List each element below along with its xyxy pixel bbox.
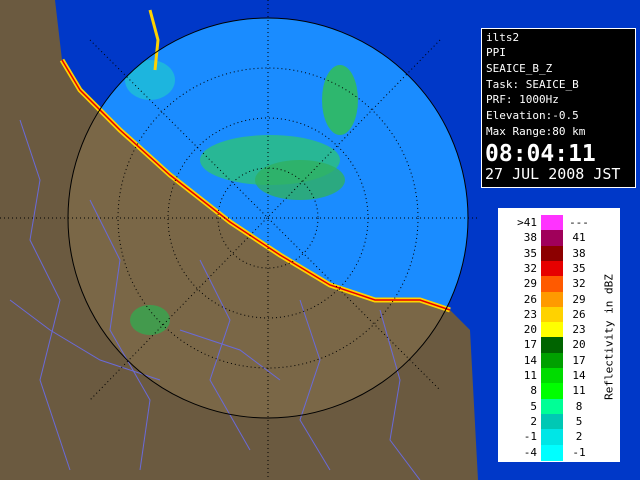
legend-high-value: 26 xyxy=(572,307,586,321)
legend-row: 35 38 xyxy=(505,245,595,262)
legend-swatch xyxy=(541,306,563,323)
site-name: ilts2 xyxy=(486,31,520,44)
legend-high-value: 35 xyxy=(572,261,586,275)
legend-swatch xyxy=(541,276,563,293)
legend-row: 8 11 xyxy=(505,383,595,400)
legend-low-value: 26 xyxy=(523,292,537,306)
legend-low-value: 38 xyxy=(523,231,537,245)
legend-row: 26 29 xyxy=(505,291,595,308)
legend-high-value: 29 xyxy=(572,292,586,306)
legend-low-value: 29 xyxy=(523,277,537,291)
legend-low-value: 8 xyxy=(530,384,537,398)
legend-low-value: 2 xyxy=(530,414,537,428)
legend-swatch xyxy=(541,444,563,461)
legend-high-value: 23 xyxy=(572,323,586,337)
legend-row: 11 14 xyxy=(505,368,595,384)
legend-low-value: 35 xyxy=(523,246,537,260)
echo-patch xyxy=(130,305,170,335)
legend-high-value: 17 xyxy=(572,353,586,367)
legend-low-value: >41 xyxy=(517,216,537,229)
legend-low-value: 23 xyxy=(523,307,537,321)
legend-row: 25 xyxy=(505,413,595,430)
legend-swatch xyxy=(541,368,563,384)
legend-swatch xyxy=(541,260,563,277)
legend-low-value: 17 xyxy=(523,338,537,352)
legend-row: 32 35 xyxy=(505,260,595,277)
legend-high-value: 8 xyxy=(575,399,583,413)
legend-swatch xyxy=(541,429,563,446)
legend-swatch xyxy=(541,398,563,415)
legend-row: 20 23 xyxy=(505,322,595,339)
legend-low-value: 32 xyxy=(523,261,537,275)
legend-high-value: 14 xyxy=(572,369,586,382)
legend-swatch xyxy=(541,413,563,430)
product-name: SEAICE_B_Z xyxy=(486,62,553,75)
scan-time: 08:04:11 xyxy=(485,141,596,167)
legend-low-value: 20 xyxy=(523,323,537,337)
legend-row: -1 2 xyxy=(505,429,595,446)
scan-date: 27 JUL 2008 JST xyxy=(485,165,621,183)
legend-row: 29 32 xyxy=(505,276,595,293)
legend-row: >41 --- xyxy=(505,215,595,231)
max-range-value: Max Range:80 km xyxy=(486,125,586,138)
legend-row: -4 -1 xyxy=(505,444,595,461)
color-legend: >41 --- 38 41 35 38 32 35 29 32 26 29 23 26 20 23 17 20 14… xyxy=(498,208,620,462)
legend-row: 58 xyxy=(505,398,595,415)
legend-low-value: 5 xyxy=(530,399,537,413)
info-panel: ilts2 PPI SEAICE_B_Z Task: SEAICE_B PRF:… xyxy=(481,28,636,188)
legend-low-value: 14 xyxy=(523,353,537,367)
elevation-value: Elevation:-0.5 xyxy=(486,109,579,122)
legend-high-value: -1 xyxy=(572,445,586,459)
legend-high-value: 5 xyxy=(575,414,583,428)
legend-swatch xyxy=(541,245,563,262)
task-name: Task: SEAICE_B xyxy=(486,78,579,91)
legend-swatch xyxy=(541,337,563,354)
legend-row: 23 26 xyxy=(505,306,595,323)
legend-row: 14 17 xyxy=(505,352,595,369)
legend-swatch xyxy=(541,322,563,339)
legend-swatch xyxy=(541,215,563,231)
legend-swatch xyxy=(541,352,563,369)
legend-high-value: --- xyxy=(569,216,589,229)
legend-high-value: 20 xyxy=(572,338,586,352)
product-type: PPI xyxy=(486,46,506,59)
legend-high-value: 38 xyxy=(572,246,586,260)
legend-row: 38 41 xyxy=(505,230,595,247)
legend-low-value: -1 xyxy=(523,430,537,444)
legend-low-value: -4 xyxy=(523,445,537,459)
echo-patch xyxy=(322,65,358,135)
legend-high-value: 32 xyxy=(572,277,586,291)
legend-high-value: 11 xyxy=(572,384,586,398)
legend-row: 17 20 xyxy=(505,337,595,354)
legend-high-value: 2 xyxy=(575,430,583,444)
legend-high-value: 41 xyxy=(572,231,586,245)
legend-swatch xyxy=(541,230,563,247)
legend-low-value: 11 xyxy=(523,369,537,382)
legend-swatch xyxy=(541,291,563,308)
legend-swatch xyxy=(541,383,563,400)
legend-unit-label: Reflectivity in dBZ xyxy=(602,274,616,400)
prf-value: PRF: 1000Hz xyxy=(486,93,559,106)
